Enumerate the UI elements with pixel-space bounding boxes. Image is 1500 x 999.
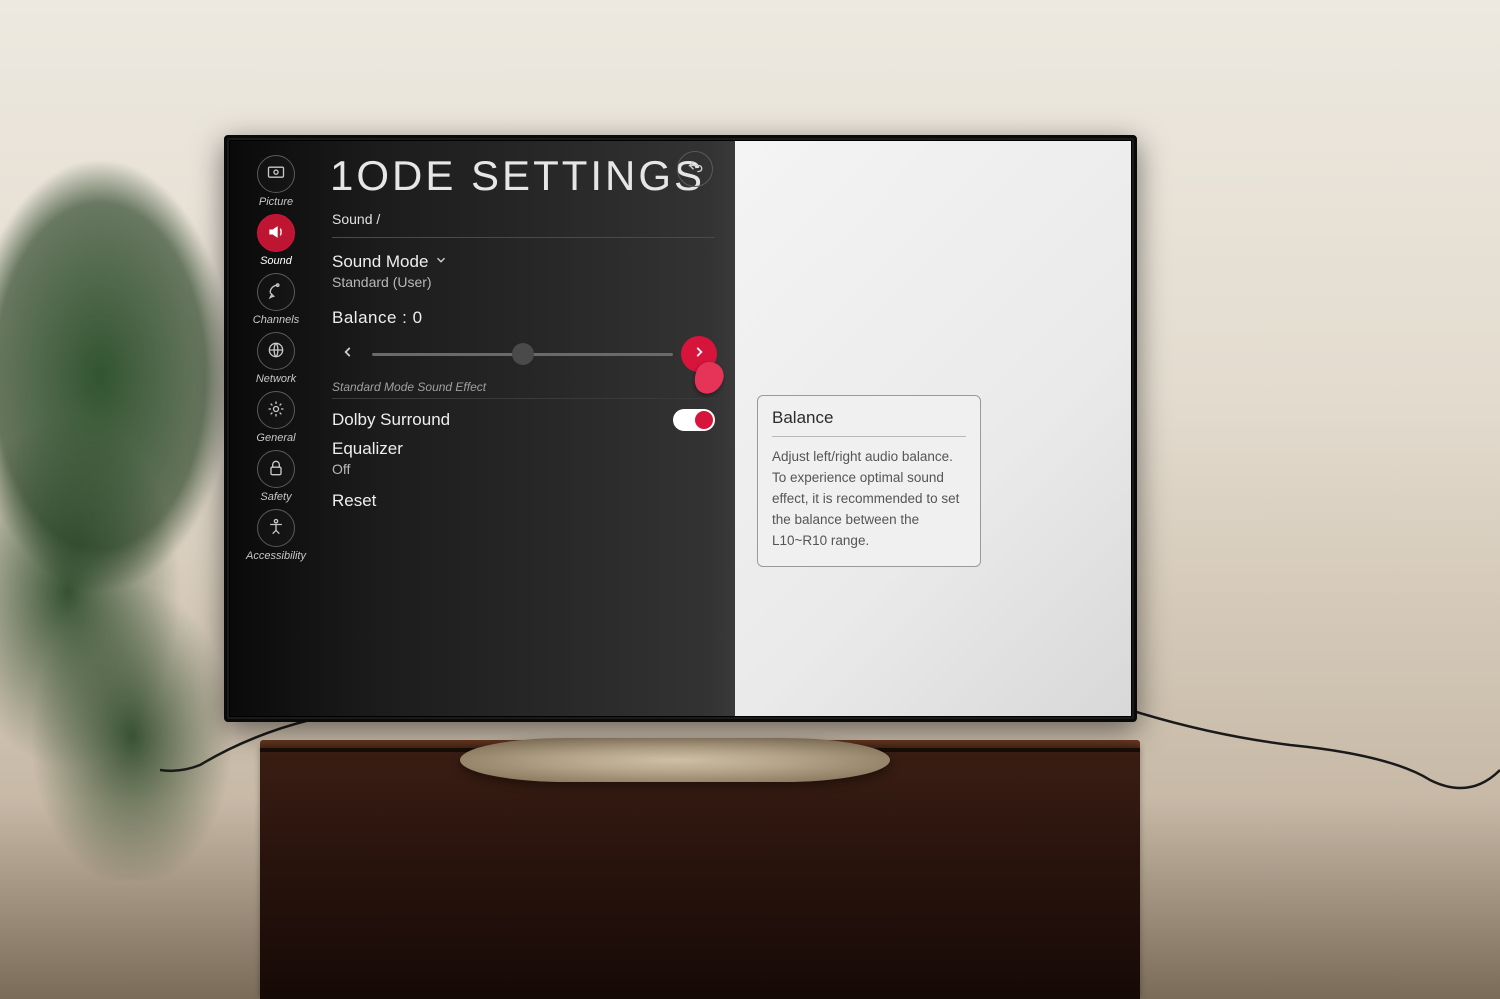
settings-content: 1ODE SETTINGS Sound / Sound Mode — [322, 141, 735, 716]
sidebar-item-label: Sound — [260, 255, 292, 267]
equalizer-label: Equalizer — [332, 439, 403, 459]
balance-label: Balance : 0 — [332, 308, 715, 328]
sidebar-item-label: General — [256, 432, 295, 444]
page-title: 1ODE SETTINGS — [330, 152, 705, 200]
preview-panel: Balance Adjust left/right audio balance.… — [735, 141, 1131, 716]
equalizer-row[interactable]: Equalizer Off — [332, 439, 715, 477]
sound-mode-row[interactable]: Sound Mode Standard (User) — [332, 252, 715, 290]
settings-sidebar: Picture Sound Channels — [230, 141, 322, 716]
back-button[interactable] — [677, 151, 713, 187]
gear-icon — [266, 399, 286, 422]
divider — [332, 398, 715, 399]
reset-label: Reset — [332, 491, 376, 511]
sidebar-item-label: Picture — [259, 196, 293, 208]
help-tooltip: Balance Adjust left/right audio balance.… — [757, 395, 981, 567]
divider — [332, 237, 715, 238]
chevron-down-icon — [434, 252, 448, 272]
reset-row[interactable]: Reset — [332, 491, 715, 511]
balance-slider-row — [332, 336, 717, 372]
dolby-label: Dolby Surround — [332, 410, 450, 430]
display-icon — [266, 163, 286, 186]
cable-right — [1130, 700, 1500, 790]
tooltip-title: Balance — [772, 408, 966, 437]
lock-icon — [266, 458, 286, 481]
toggle-knob — [695, 411, 713, 429]
sidebar-item-channels[interactable]: Channels — [253, 273, 299, 326]
equalizer-value: Off — [332, 461, 715, 477]
sidebar-item-label: Safety — [260, 491, 291, 503]
sidebar-item-label: Accessibility — [246, 550, 306, 562]
tv-stand — [460, 738, 890, 782]
settings-panel: Picture Sound Channels — [230, 141, 735, 716]
tooltip-body: Adjust left/right audio balance. To expe… — [772, 447, 966, 552]
sidebar-item-label: Channels — [253, 314, 299, 326]
satellite-icon — [266, 281, 286, 304]
chevron-left-icon — [341, 345, 355, 364]
dolby-toggle[interactable] — [673, 409, 715, 431]
dolby-surround-row[interactable]: Dolby Surround — [332, 409, 715, 431]
sidebar-item-safety[interactable]: Safety — [257, 450, 295, 503]
sound-mode-value: Standard (User) — [332, 274, 715, 290]
sidebar-item-sound[interactable]: Sound — [257, 214, 295, 267]
sidebar-item-picture[interactable]: Picture — [257, 155, 295, 208]
sidebar-item-accessibility[interactable]: Accessibility — [246, 509, 306, 562]
tv-screen: Picture Sound Channels — [230, 141, 1131, 716]
speaker-icon — [266, 222, 286, 245]
sidebar-item-network[interactable]: Network — [256, 332, 296, 385]
tv-frame: Picture Sound Channels — [224, 135, 1137, 722]
balance-slider[interactable] — [372, 353, 673, 356]
breadcrumb: Sound / — [332, 211, 717, 227]
sound-mode-label: Sound Mode — [332, 252, 428, 272]
balance-decrease-button[interactable] — [332, 338, 364, 370]
accessibility-icon — [266, 517, 286, 540]
back-icon — [686, 158, 704, 181]
section-caption: Standard Mode Sound Effect — [332, 380, 715, 394]
sidebar-item-general[interactable]: General — [256, 391, 295, 444]
cable-left — [160, 715, 310, 775]
table-surface — [260, 748, 1140, 999]
sidebar-item-label: Network — [256, 373, 296, 385]
balance-increase-button[interactable] — [681, 336, 717, 372]
globe-icon — [266, 340, 286, 363]
chevron-right-icon — [692, 345, 706, 364]
balance-slider-thumb[interactable] — [512, 343, 534, 365]
